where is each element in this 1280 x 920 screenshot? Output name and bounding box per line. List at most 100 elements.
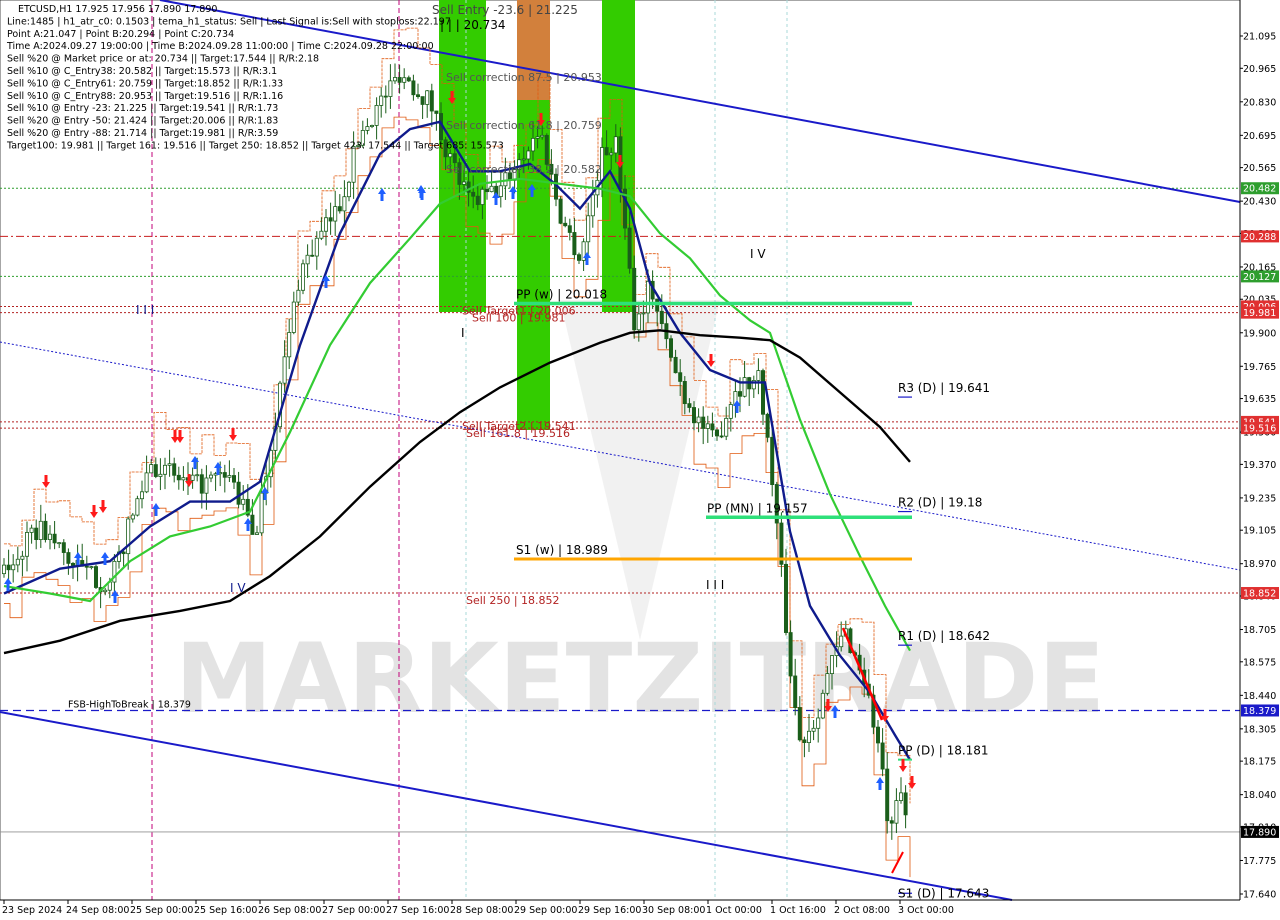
time-axis: 23 Sep 2024 24 Sep 08:00 25 Sep 00:00 25 Se… [0,899,1240,916]
candle-body [296,289,301,303]
candle-body [572,232,577,256]
candle-body [15,558,20,566]
chart-area[interactable]: MARKETZITRADE PP (w) | 20.018PP (MN) | 1… [0,0,1280,920]
time-tick-label: 24 Sep 08:00 [66,905,129,916]
candle-body [351,146,356,183]
candle-body [770,436,775,486]
candle-body [448,153,453,158]
pivot-label: S1 (D) | 17.643 [898,886,989,900]
price-tick-label: 18.970 [1243,559,1276,570]
time-tick-label: 1 Oct 16:00 [770,905,826,916]
candle-body [687,403,692,408]
candle-body [388,80,393,97]
price-tag-label: 20.288 [1243,232,1276,243]
price-tick-label: 18.175 [1243,757,1276,768]
candle-body [43,520,48,540]
pivot-label: R3 (D) | 19.641 [898,381,990,395]
time-tick-label: 1 Oct 00:00 [706,905,762,916]
candle-body [71,562,76,566]
candle-body [89,566,94,569]
level-label: Sell Entry -23.6 | 21.225 [432,3,578,17]
candle-body [452,153,457,164]
candle-body [20,555,25,560]
candle-body [2,564,7,575]
candle-body [425,90,430,105]
candle-body [236,481,241,505]
candle-body [756,370,761,381]
candle-body [567,225,572,233]
info-line: Sell %10 @ C_Entry88: 20.953 || Target:1… [7,91,283,102]
candle-body [586,215,591,243]
candle-body [167,463,172,466]
candle-body [820,692,825,719]
candle-body [646,280,651,314]
candle-body [701,416,706,429]
price-tag-label: 20.482 [1243,184,1276,195]
candle-body [144,472,149,493]
price-tag-label: 18.379 [1243,706,1276,717]
level-label: Sell 100 | 19.981 [472,312,566,325]
candle-body [149,464,154,474]
candle-body [669,338,674,358]
candle-body [609,152,614,156]
price-tick-label: 19.370 [1243,460,1276,471]
info-line: Sell %20 @ Market price or at: 20.734 ||… [7,54,319,65]
candle-body [659,310,664,325]
time-tick-label: 25 Sep 00:00 [130,905,193,916]
candle-body [190,474,195,481]
time-tick-label: 27 Sep 00:00 [322,905,385,916]
candle-body [402,77,407,83]
candle-body [29,527,34,533]
candle-body [24,532,29,557]
candle-body [199,474,204,494]
candle-body [52,533,57,544]
candle-body [139,491,144,500]
candle-body [365,126,370,131]
candle-body [885,768,890,822]
candle-body [604,147,609,156]
candle-body [383,95,388,98]
candle-body [692,407,697,424]
price-tick-label: 18.440 [1243,691,1276,702]
candle-body [254,532,259,535]
candle-body [544,134,549,165]
time-tick-label: 29 Sep 00:00 [514,905,577,916]
candle-body [241,498,246,505]
candle-body [153,464,158,477]
candle-body [705,423,710,429]
candle-body [6,564,11,571]
info-line: Sell %20 @ Entry -50: 21.424 || Target:2… [7,116,278,127]
time-tick-label: 3 Oct 00:00 [898,905,954,916]
pivot-label: PP (w) | 20.018 [516,287,607,301]
candle-body [484,188,489,193]
candle-body [227,475,232,478]
candle-body [876,726,881,744]
level-label: Sell 250 | 18.852 [466,594,560,607]
candle-body [181,477,186,481]
candle-body [328,217,333,222]
candle-body [406,77,411,82]
pivot-label: S1 (w) | 18.989 [516,543,608,557]
price-tick-label: 18.040 [1243,790,1276,801]
time-tick-label: 29 Sep 16:00 [578,905,641,916]
candle-body [894,800,899,824]
level-label: I I I [136,303,154,317]
candle-body [558,198,563,224]
info-line: Target100: 19.981 || Target 161: 19.516 … [6,140,504,151]
price-tick-label: 19.900 [1243,328,1276,339]
candle-body [889,820,894,824]
candle-body [38,520,43,540]
candle-body [57,542,62,545]
candle-body [342,196,347,212]
price-tick-label: 19.105 [1243,526,1276,537]
info-line: Line:1485 | h1_atr_c0: 0.1503 | tema_h1_… [7,16,451,27]
time-tick-label: 30 Sep 08:00 [642,905,705,916]
price-tag-label: 20.127 [1243,272,1276,283]
price-tick-label: 17.640 [1243,890,1276,901]
price-tick-label: 19.235 [1243,493,1276,504]
candle-body [222,472,227,478]
candle-body [429,90,434,112]
candle-body [176,474,181,481]
candle-body [291,301,296,333]
candle-body [880,742,885,770]
